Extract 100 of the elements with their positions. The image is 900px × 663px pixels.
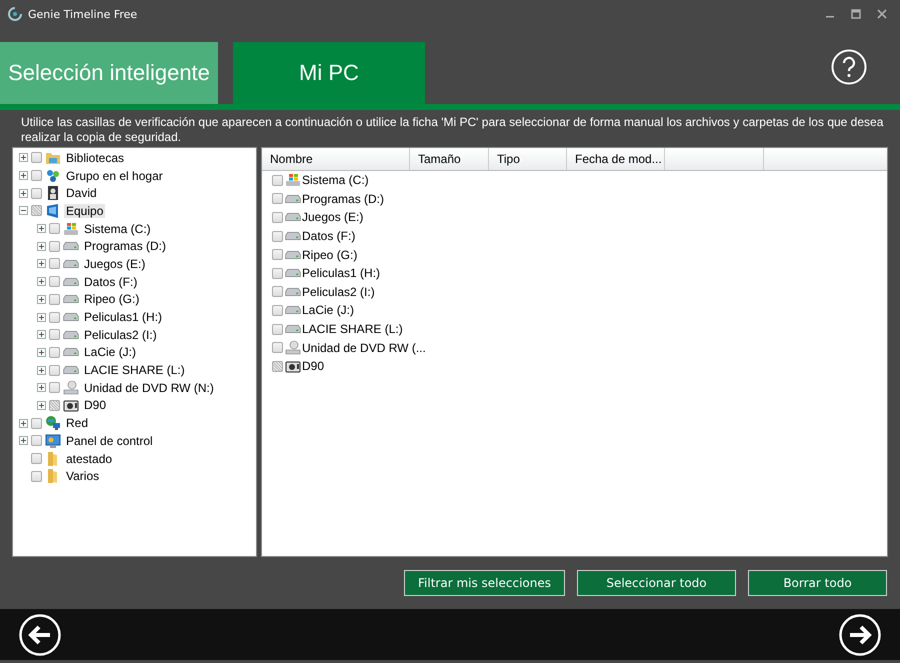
- drive-icon: [285, 194, 301, 203]
- tree-item[interactable]: Unidad de DVD RW (N:): [82, 380, 216, 395]
- checkbox[interactable]: [49, 312, 60, 323]
- checkbox[interactable]: [272, 268, 283, 279]
- checkbox[interactable]: [31, 188, 42, 199]
- tree-item[interactable]: atestado: [64, 452, 114, 466]
- list-item[interactable]: Peliculas1 (H:): [302, 266, 380, 280]
- tree-item[interactable]: Peliculas2 (I:): [82, 328, 159, 342]
- checkbox[interactable]: [31, 470, 42, 482]
- expand-icon[interactable]: [37, 224, 46, 234]
- tree-item[interactable]: Equipo: [64, 204, 106, 218]
- drive-icon: [285, 269, 301, 278]
- action-button[interactable]: Seleccionar todo: [577, 570, 736, 596]
- checkbox[interactable]: [272, 230, 283, 242]
- app-logo-icon: [8, 7, 22, 21]
- tree-item[interactable]: Ripeo (G:): [82, 292, 142, 306]
- help-icon[interactable]: [831, 49, 867, 85]
- tree-item[interactable]: Red: [64, 416, 90, 430]
- system-drive-icon: [63, 220, 79, 237]
- drive-icon: [63, 330, 79, 339]
- checkbox[interactable]: [272, 342, 283, 354]
- checkbox[interactable]: [49, 382, 60, 394]
- checkbox[interactable]: [49, 258, 60, 270]
- checkbox[interactable]: [272, 304, 283, 316]
- drive-icon: [63, 295, 79, 304]
- checkbox[interactable]: [272, 286, 283, 298]
- list-item[interactable]: LaCie (J:): [302, 303, 354, 318]
- checkbox[interactable]: [31, 435, 42, 446]
- expand-icon[interactable]: [19, 153, 28, 162]
- expand-icon[interactable]: [37, 312, 46, 322]
- column-header[interactable]: Nombre: [262, 148, 410, 170]
- expand-icon[interactable]: [37, 400, 46, 410]
- collapse-icon[interactable]: [19, 206, 28, 216]
- checkbox[interactable]: [272, 324, 283, 335]
- expand-icon[interactable]: [37, 366, 46, 375]
- list-item[interactable]: Sistema (C:): [302, 173, 369, 188]
- dvd-drive-icon: [285, 340, 301, 356]
- tree-item[interactable]: Datos (F:): [82, 274, 140, 289]
- tree-item[interactable]: LaCie (J:): [82, 345, 138, 360]
- expand-icon[interactable]: [37, 294, 46, 304]
- drive-icon: [285, 213, 301, 222]
- column-header[interactable]: Fecha de mod...: [567, 148, 665, 170]
- checkbox[interactable]: [272, 193, 283, 204]
- column-header[interactable]: Tipo: [489, 148, 567, 170]
- checkbox[interactable]: [272, 212, 283, 223]
- tree-item[interactable]: Peliculas1 (H:): [82, 310, 164, 324]
- expand-icon[interactable]: [19, 171, 28, 180]
- tree-item[interactable]: Programas (D:): [82, 239, 168, 254]
- checkbox[interactable]: [31, 170, 42, 182]
- tree-item[interactable]: LACIE SHARE (L:): [82, 363, 187, 378]
- checkbox[interactable]: [49, 400, 60, 411]
- list-item[interactable]: Programas (D:): [302, 192, 384, 206]
- expand-icon[interactable]: [19, 188, 28, 198]
- checkbox[interactable]: [49, 364, 60, 376]
- checkbox[interactable]: [49, 276, 60, 288]
- checkbox[interactable]: [49, 294, 60, 305]
- checkbox[interactable]: [49, 346, 60, 358]
- list-item[interactable]: Ripeo (G:): [302, 248, 358, 262]
- expand-icon[interactable]: [19, 418, 28, 428]
- checkbox[interactable]: [49, 240, 60, 252]
- drive-icon: [285, 250, 301, 259]
- checkbox[interactable]: [49, 329, 60, 340]
- expand-icon[interactable]: [37, 348, 46, 357]
- checkbox[interactable]: [31, 453, 42, 464]
- checkbox[interactable]: [272, 249, 283, 260]
- user-folder-icon: [45, 185, 61, 202]
- tree-item[interactable]: Sistema (C:): [82, 222, 153, 236]
- action-button[interactable]: Borrar todo: [748, 570, 887, 596]
- tree-item[interactable]: Grupo en el hogar: [64, 168, 165, 183]
- list-item[interactable]: Datos (F:): [302, 229, 356, 244]
- expand-icon[interactable]: [37, 259, 46, 268]
- tab[interactable]: Mi PC: [233, 42, 425, 104]
- homegroup-icon: [45, 168, 61, 184]
- network-icon: [45, 415, 61, 432]
- instructions-text: Utilice las casillas de verificación que aparecen a continuación o utilice la ficha 'Mi PC' para seleccionar de forma manual los archivos y carpetas de los que desea realizar la copia de seguridad.: [20, 114, 884, 146]
- checkbox[interactable]: [31, 418, 42, 429]
- tree-item[interactable]: David: [64, 186, 99, 200]
- checkbox[interactable]: [49, 223, 60, 234]
- checkbox[interactable]: [272, 360, 283, 372]
- drive-icon: [63, 366, 79, 374]
- list-item[interactable]: LACIE SHARE (L:): [302, 322, 403, 336]
- action-button[interactable]: Filtrar mis selecciones: [404, 570, 565, 596]
- list-item[interactable]: Unidad de DVD RW (...: [302, 340, 426, 355]
- checkbox[interactable]: [31, 152, 42, 164]
- list-item[interactable]: D90: [302, 359, 324, 374]
- expand-icon[interactable]: [37, 242, 46, 251]
- expand-icon[interactable]: [37, 277, 46, 286]
- tree-item[interactable]: Juegos (E:): [82, 256, 148, 271]
- column-header[interactable]: Tamaño: [410, 148, 489, 170]
- list-item[interactable]: Juegos (E:): [302, 210, 364, 224]
- tree-item[interactable]: Panel de control: [64, 434, 155, 448]
- checkbox[interactable]: [272, 174, 283, 186]
- tree-item[interactable]: Bibliotecas: [64, 150, 126, 165]
- tree-item[interactable]: D90: [82, 398, 108, 412]
- expand-icon[interactable]: [37, 330, 46, 340]
- expand-icon[interactable]: [19, 436, 28, 446]
- expand-icon[interactable]: [37, 383, 46, 392]
- list-item[interactable]: Peliculas2 (I:): [302, 284, 375, 299]
- tree-item[interactable]: Varios: [64, 469, 102, 484]
- checkbox[interactable]: [31, 205, 42, 216]
